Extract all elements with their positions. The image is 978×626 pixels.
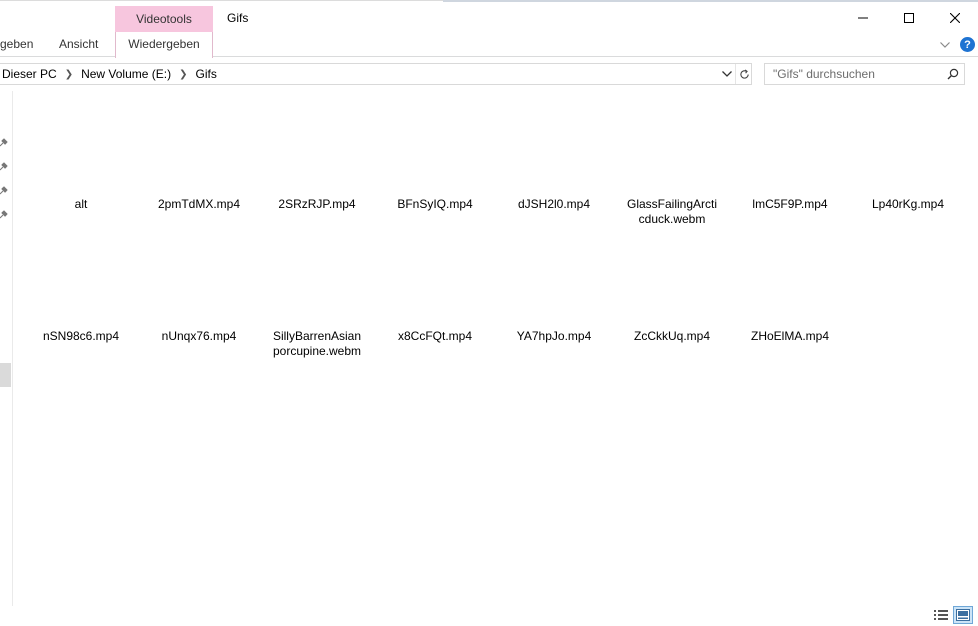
search-icon (947, 68, 959, 80)
file-item[interactable]: nUnqx76.mp4 (140, 329, 258, 344)
pin-icon (0, 162, 8, 171)
file-item[interactable]: ZcCkkUq.mp4 (613, 329, 731, 344)
window-top-accent (443, 0, 978, 2)
minimize-button[interactable] (840, 7, 886, 29)
file-item[interactable]: 2SRzRJP.mp4 (258, 197, 376, 212)
breadcrumb-separator-icon[interactable]: ❯ (65, 69, 73, 80)
window-title: Gifs (227, 11, 249, 25)
file-item[interactable]: ZHoElMA.mp4 (731, 329, 849, 344)
file-item[interactable]: SillyBarrenAsianporcupine.webm (258, 329, 376, 359)
help-icon[interactable]: ? (960, 37, 975, 52)
details-view-button[interactable] (931, 606, 951, 624)
expand-ribbon-button[interactable] (933, 32, 957, 57)
close-button[interactable] (932, 7, 978, 29)
tab-wiedergeben[interactable]: Wiedergeben (115, 32, 213, 58)
close-icon (950, 13, 960, 23)
file-item[interactable]: alt (22, 197, 140, 212)
details-view-icon (934, 610, 948, 620)
maximize-button[interactable] (886, 7, 932, 29)
title-bar: Videotools Gifs (0, 4, 978, 33)
chevron-down-icon (940, 41, 950, 48)
address-history-button[interactable] (719, 64, 735, 84)
breadcrumb: Dieser PC ❯ New Volume (E:) ❯ Gifs (2, 64, 217, 84)
maximize-icon (904, 13, 914, 23)
breadcrumb-gifs[interactable]: Gifs (196, 67, 217, 81)
file-item[interactable]: dJSH2l0.mp4 (495, 197, 613, 212)
status-bar (0, 604, 978, 626)
file-item[interactable]: x8CcFQt.mp4 (376, 329, 494, 344)
chevron-down-icon (722, 71, 732, 77)
file-item[interactable]: GlassFailingArcticduck.webm (613, 197, 731, 227)
ribbon-controls: ? (933, 32, 978, 57)
file-item[interactable]: lmC5F9P.mp4 (731, 197, 849, 212)
refresh-button[interactable] (735, 64, 752, 84)
minimize-icon (858, 17, 868, 19)
file-item[interactable]: Lp40rKg.mp4 (849, 197, 967, 212)
address-bar[interactable]: Dieser PC ❯ New Volume (E:) ❯ Gifs (0, 63, 752, 85)
refresh-icon (739, 68, 749, 79)
pin-icon (0, 210, 8, 219)
breadcrumb-dieser-pc[interactable]: Dieser PC (2, 67, 57, 81)
pin-icon (0, 186, 8, 195)
navigation-pane[interactable] (0, 91, 13, 606)
file-item[interactable]: nSN98c6.mp4 (22, 329, 140, 344)
search-input[interactable] (765, 64, 940, 84)
tab-freigeben[interactable]: geben (0, 32, 33, 57)
file-item[interactable]: 2pmTdMX.mp4 (140, 197, 258, 212)
tab-ansicht[interactable]: Ansicht (59, 32, 98, 57)
pin-icon (0, 138, 8, 147)
navigation-scrollbar-thumb[interactable] (0, 363, 11, 387)
search-button[interactable] (943, 64, 963, 84)
breadcrumb-new-volume[interactable]: New Volume (E:) (81, 67, 171, 81)
ribbon-tab-bar: geben Ansicht Wiedergeben ? (0, 32, 978, 58)
file-item[interactable]: YA7hpJo.mp4 (495, 329, 613, 344)
large-icons-view-button[interactable] (953, 606, 973, 624)
file-view[interactable]: alt 2pmTdMX.mp4 2SRzRJP.mp4 BFnSyIQ.mp4 … (14, 91, 978, 606)
search-box[interactable] (764, 63, 965, 85)
large-icons-view-icon (956, 609, 970, 621)
context-tab-group-videotools: Videotools (115, 6, 213, 33)
file-item[interactable]: BFnSyIQ.mp4 (376, 197, 494, 212)
address-row: Dieser PC ❯ New Volume (E:) ❯ Gifs (0, 57, 978, 91)
breadcrumb-separator-icon[interactable]: ❯ (179, 69, 187, 80)
